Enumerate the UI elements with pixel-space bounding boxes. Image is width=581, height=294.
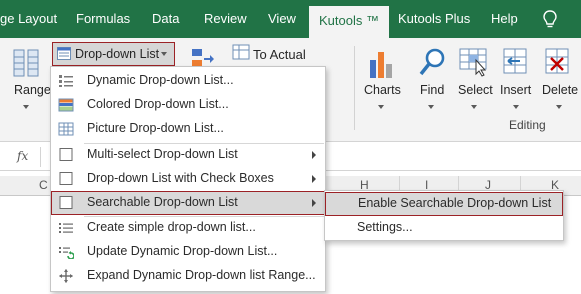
menu-item-label: Searchable Drop-down List: [87, 195, 238, 209]
menu-item-label: Settings...: [357, 220, 413, 234]
menu-item-label: Create simple drop-down list...: [87, 220, 256, 234]
tab-data[interactable]: Data: [152, 0, 179, 38]
menu-item-label: Dynamic Drop-down List...: [87, 73, 234, 87]
find-icon: [419, 48, 445, 76]
charts-button-label[interactable]: Charts: [364, 83, 401, 97]
tab-help[interactable]: Help: [491, 0, 518, 38]
tab-review[interactable]: Review: [204, 0, 247, 38]
range-caret-icon[interactable]: [23, 105, 29, 109]
delete-button-label[interactable]: Delete: [542, 83, 578, 97]
menu-item-colored-dropdown[interactable]: Colored Drop-down List...: [51, 93, 325, 117]
menu-item-expand-dynamic[interactable]: Expand Dynamic Drop-down list Range...: [51, 264, 325, 288]
chevron-down-icon: [161, 52, 167, 56]
ribbon-tab-bar: ge Layout Formulas Data Review View Kuto…: [0, 0, 581, 38]
checkbox-icon: [59, 172, 73, 185]
submenu-arrow-icon: [312, 199, 316, 207]
menu-item-label: Update Dynamic Drop-down List...: [87, 244, 278, 258]
to-actual-small-icon: [232, 44, 250, 60]
delete-caret-icon[interactable]: [556, 105, 562, 109]
menu-item-label: Expand Dynamic Drop-down list Range...: [87, 268, 316, 282]
delete-icon: [545, 48, 569, 74]
insert-icon: [503, 48, 527, 74]
select-icon: [459, 48, 487, 77]
menu-item-picture-dropdown[interactable]: Picture Drop-down List...: [51, 117, 325, 141]
checkbox-icon: [59, 196, 73, 209]
picture-list-icon: [58, 122, 74, 136]
menu-item-label: Multi-select Drop-down List: [87, 147, 238, 161]
charts-caret-icon[interactable]: [378, 105, 384, 109]
group-separator: [354, 46, 355, 130]
menu-item-check-boxes[interactable]: Drop-down List with Check Boxes: [51, 167, 325, 191]
menu-item-label: Enable Searchable Drop-down List: [358, 196, 552, 210]
dropdown-list-icon: [57, 47, 71, 60]
to-actual-button-label[interactable]: To Actual: [253, 47, 306, 62]
formula-bar-divider: [40, 147, 41, 167]
lightbulb-icon[interactable]: [541, 9, 559, 29]
range-button-label[interactable]: Range: [14, 83, 51, 97]
fx-icon[interactable]: fx: [17, 149, 28, 163]
editing-group-label: Editing: [509, 118, 546, 132]
insert-caret-icon[interactable]: [513, 105, 519, 109]
expand-icon: [59, 269, 73, 283]
tab-page-layout[interactable]: ge Layout: [0, 0, 57, 38]
menu-item-enable-searchable[interactable]: Enable Searchable Drop-down List: [325, 192, 563, 216]
list-icon: [59, 223, 73, 233]
tab-kutools-plus[interactable]: Kutools Plus: [398, 0, 470, 38]
select-caret-icon[interactable]: [471, 105, 477, 109]
colored-list-icon: [58, 98, 74, 112]
dynamic-list-icon: [59, 75, 73, 87]
update-icon: [59, 247, 74, 259]
menu-item-create-simple[interactable]: Create simple drop-down list...: [51, 216, 325, 240]
menu-item-settings[interactable]: Settings...: [325, 216, 563, 240]
submenu-arrow-icon: [312, 151, 316, 159]
menu-item-label: Colored Drop-down List...: [87, 97, 229, 111]
select-button-label[interactable]: Select: [458, 83, 493, 97]
menu-item-update-dynamic[interactable]: Update Dynamic Drop-down List...: [51, 240, 325, 264]
range-icon: [13, 49, 39, 77]
checkbox-icon: [59, 148, 73, 161]
menu-item-label: Picture Drop-down List...: [87, 121, 224, 135]
menu-item-label: Drop-down List with Check Boxes: [87, 171, 274, 185]
tab-formulas[interactable]: Formulas: [76, 0, 130, 38]
find-button-label[interactable]: Find: [420, 83, 444, 97]
tab-view[interactable]: View: [268, 0, 296, 38]
dropdown-list-button[interactable]: Drop-down List: [52, 42, 175, 66]
menu-item-dynamic-dropdown[interactable]: Dynamic Drop-down List...: [51, 69, 325, 93]
column-header-c[interactable]: C: [39, 178, 48, 192]
insert-button-label[interactable]: Insert: [500, 83, 531, 97]
menu-item-searchable[interactable]: Searchable Drop-down List: [51, 191, 325, 215]
searchable-submenu: Enable Searchable Drop-down List Setting…: [324, 190, 564, 241]
menu-item-multi-select[interactable]: Multi-select Drop-down List: [51, 143, 325, 167]
charts-icon: [370, 52, 392, 78]
find-caret-icon[interactable]: [428, 105, 434, 109]
submenu-arrow-icon: [312, 175, 316, 183]
dropdown-list-menu: Dynamic Drop-down List... Colored Drop-d…: [50, 66, 326, 292]
tab-kutools[interactable]: Kutools ™: [309, 6, 389, 38]
dropdown-list-button-label: Drop-down List: [75, 47, 160, 61]
